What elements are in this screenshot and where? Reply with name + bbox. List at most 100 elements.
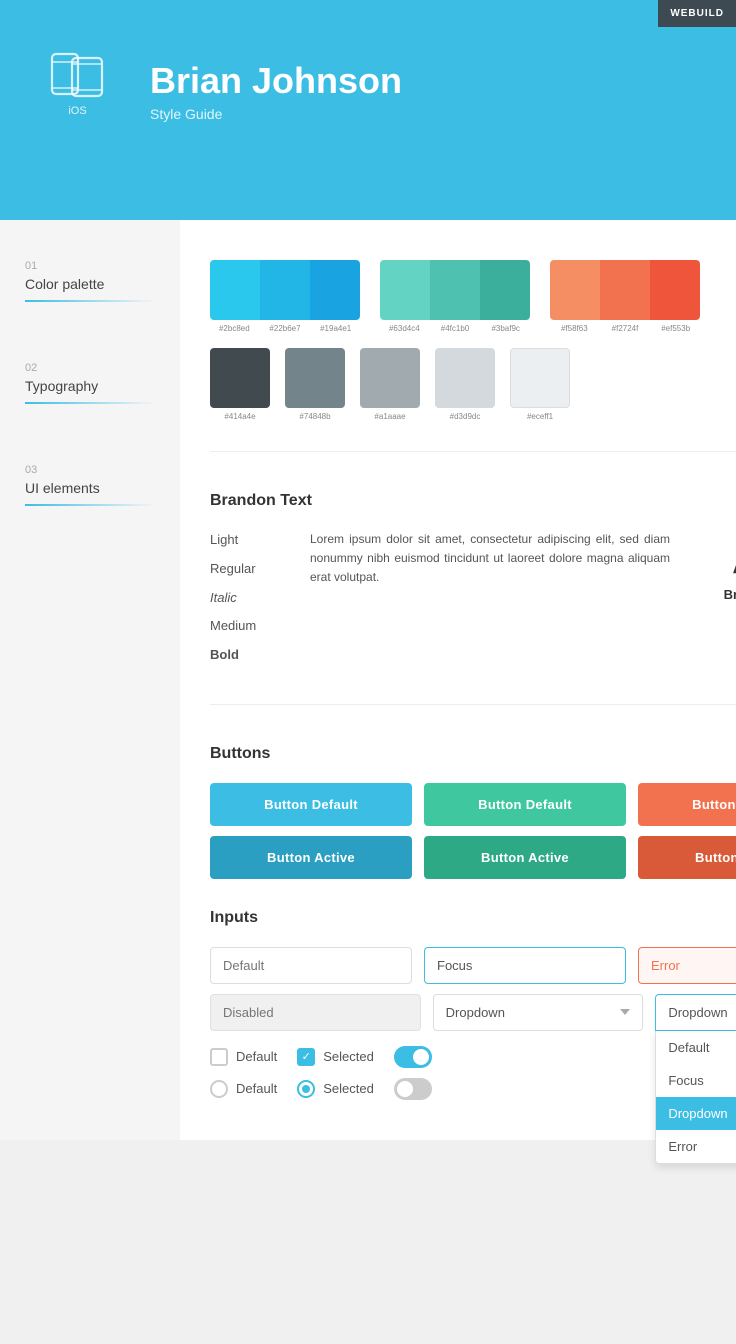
color-swatch-row-blue xyxy=(210,260,360,320)
input-row-2: Dropdown Default Focus Error Dropdown ▼ xyxy=(210,994,736,1031)
divider-2 xyxy=(210,704,736,705)
dropdown-open-wrapper: Dropdown ▼ Default Focus Dropdown Error xyxy=(655,994,736,1031)
radio-inner-dot xyxy=(302,1085,310,1093)
checkbox-selected[interactable]: ✓ Selected xyxy=(297,1048,374,1066)
btn-active-orange[interactable]: Button Active xyxy=(638,836,736,879)
type-variants-list: Light Regular Italic Medium Bold xyxy=(210,530,290,674)
radio-default-label: Default xyxy=(236,1081,277,1096)
dropdown-select[interactable]: Dropdown Default Focus Error xyxy=(433,994,644,1031)
header: WEBUILD iOS Brian Johnson Style Guide xyxy=(0,0,736,220)
input-focus[interactable] xyxy=(424,947,626,984)
neutral-label-5: #eceff1 xyxy=(527,412,553,421)
sidebar-title-typography: Typography xyxy=(25,378,155,394)
sidebar: 01 Color palette 02 Typography 03 UI ele… xyxy=(0,220,180,1140)
type-demo: Light Regular Italic Medium Bold Lorem i… xyxy=(210,530,736,674)
neutral-swatch-5 xyxy=(510,348,570,408)
color-label-teal-3: #3baf9c xyxy=(481,324,530,333)
type-font-name: Brandon Text xyxy=(690,587,736,602)
dropdown-open-value: Dropdown xyxy=(668,1005,727,1020)
color-labels-orange: #f58f63 #f2724f #ef553b xyxy=(550,324,700,333)
color-label-teal-1: #63d4c4 xyxy=(380,324,429,333)
toggle-off-item[interactable] xyxy=(394,1078,432,1100)
checkbox-default[interactable]: Default xyxy=(210,1048,277,1066)
dropdown-item-dropdown[interactable]: Dropdown xyxy=(656,1097,736,1130)
swatch-teal-light xyxy=(380,260,430,320)
color-swatch-row-orange xyxy=(550,260,700,320)
swatch-blue-dark xyxy=(310,260,360,320)
webuild-badge: WEBUILD xyxy=(658,0,736,27)
checkbox-selected-label: Selected xyxy=(323,1049,374,1064)
header-content: Brian Johnson Style Guide xyxy=(150,40,706,122)
toggle-off-icon[interactable] xyxy=(394,1078,432,1100)
inputs-grid: Dropdown Default Focus Error Dropdown ▼ xyxy=(210,947,736,1031)
neutral-label-4: #d3d9dc xyxy=(450,412,481,421)
sidebar-number-3: 03 xyxy=(25,464,155,476)
typography-section: Brandon Text Light Regular Italic Medium… xyxy=(210,492,736,674)
dropdown-item-error[interactable]: Error xyxy=(656,1130,736,1163)
neutral-swatch-3 xyxy=(360,348,420,408)
btn-row-active: Button Active Button Active Button Activ… xyxy=(210,836,736,879)
neutral-swatch-1 xyxy=(210,348,270,408)
type-sample-text: Lorem ipsum dolor sit amet, consectetur … xyxy=(310,530,670,674)
color-group-teal: #63d4c4 #4fc1b0 #3baf9c xyxy=(380,260,530,333)
radio-empty-icon[interactable] xyxy=(210,1080,228,1098)
btn-active-blue[interactable]: Button Active xyxy=(210,836,412,879)
sidebar-section-typography: 02 Typography xyxy=(25,362,155,404)
swatch-orange-light xyxy=(550,260,600,320)
dropdown-item-focus[interactable]: Focus xyxy=(656,1064,736,1097)
radio-selected[interactable]: Selected xyxy=(297,1080,374,1098)
swatch-orange-dark xyxy=(650,260,700,320)
btn-default-blue[interactable]: Button Default xyxy=(210,783,412,826)
type-variant-bold: Bold xyxy=(210,645,290,666)
color-label-blue-3: #19a4e1 xyxy=(311,324,360,333)
input-row-1 xyxy=(210,947,736,984)
toggle-on-item[interactable] xyxy=(394,1046,432,1068)
buttons-title: Buttons xyxy=(210,745,736,763)
neutral-2: #74848b xyxy=(285,348,345,421)
color-label-blue-2: #22b6e7 xyxy=(261,324,310,333)
swatch-teal-dark xyxy=(480,260,530,320)
swatch-blue-mid xyxy=(260,260,310,320)
neutral-1: #414a4e xyxy=(210,348,270,421)
checkbox-default-label: Default xyxy=(236,1049,277,1064)
sidebar-title-color: Color palette xyxy=(25,276,155,292)
ui-elements-section: Buttons Button Default Button Default Bu… xyxy=(210,745,736,1100)
neutral-palette: #414a4e #74848b #a1aaae #d3d9dc #eceff1 xyxy=(210,348,736,421)
swatch-teal-mid xyxy=(430,260,480,320)
color-group-blue: #2bc8ed #22b6e7 #19a4e1 xyxy=(210,260,360,333)
toggle-on-icon[interactable] xyxy=(394,1046,432,1068)
input-default[interactable] xyxy=(210,947,412,984)
dropdown-item-default[interactable]: Default xyxy=(656,1031,736,1064)
neutral-label-2: #74848b xyxy=(299,412,330,421)
neutral-label-3: #a1aaae xyxy=(374,412,405,421)
header-left: iOS xyxy=(50,50,105,147)
header-subtitle: Style Guide xyxy=(150,106,706,122)
dropdown-menu: Default Focus Dropdown Error xyxy=(655,1031,736,1164)
color-label-blue-1: #2bc8ed xyxy=(210,324,259,333)
neutral-swatch-4 xyxy=(435,348,495,408)
inputs-title: Inputs xyxy=(210,909,736,927)
sidebar-line-3 xyxy=(25,504,155,506)
btn-default-orange[interactable]: Button Default xyxy=(638,783,736,826)
radio-selected-icon[interactable] xyxy=(297,1080,315,1098)
sidebar-title-ui: UI elements xyxy=(25,480,155,496)
input-error[interactable] xyxy=(638,947,736,984)
buttons-grid: Button Default Button Default Button Def… xyxy=(210,783,736,879)
sidebar-line-2 xyxy=(25,402,155,404)
sidebar-section-color: 01 Color palette xyxy=(25,260,155,302)
type-variant-regular: Regular xyxy=(210,559,290,580)
sidebar-number-2: 02 xyxy=(25,362,155,374)
radio-selected-label: Selected xyxy=(323,1081,374,1096)
checkbox-empty-icon[interactable] xyxy=(210,1048,228,1066)
color-swatch-row-teal xyxy=(380,260,530,320)
neutral-3: #a1aaae xyxy=(360,348,420,421)
checkbox-checked-icon[interactable]: ✓ xyxy=(297,1048,315,1066)
type-aa-display: Aa xyxy=(690,530,736,582)
btn-default-teal[interactable]: Button Default xyxy=(424,783,626,826)
type-variant-light: Light xyxy=(210,530,290,551)
btn-active-teal[interactable]: Button Active xyxy=(424,836,626,879)
color-palette-main: #2bc8ed #22b6e7 #19a4e1 #63d4c4 #4fc1b0 … xyxy=(210,260,736,333)
color-label-orange-3: #ef553b xyxy=(651,324,700,333)
radio-default[interactable]: Default xyxy=(210,1080,277,1098)
dropdown-open-field[interactable]: Dropdown ▼ xyxy=(655,994,736,1031)
